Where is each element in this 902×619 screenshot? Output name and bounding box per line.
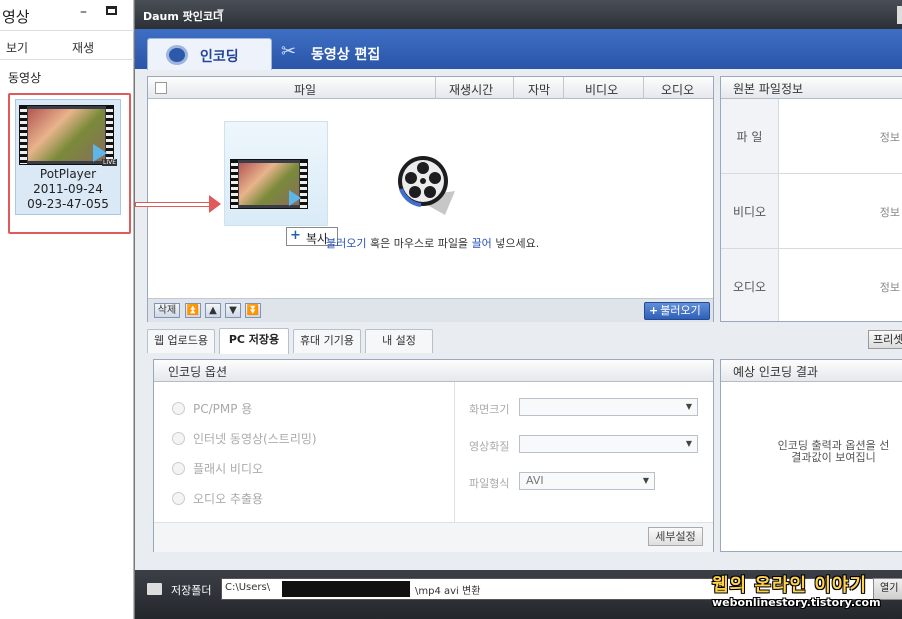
- watermark-url: webonlinestory.tistory.com: [712, 596, 881, 609]
- select-all-checkbox[interactable]: [155, 82, 167, 94]
- option-tabs: 웹 업로드용 PC 저장용 휴대 기기용 내 설정: [147, 328, 902, 354]
- film-reel-icon: [398, 156, 455, 215]
- maximize-icon[interactable]: [106, 6, 117, 15]
- radio-streaming[interactable]: 인터넷 동영상(스트리밍): [172, 430, 317, 447]
- arrow-right-icon: [209, 195, 221, 213]
- radio-pc-pmp[interactable]: PC/PMP 용: [172, 400, 252, 417]
- tab-pc-storage[interactable]: PC 저장용: [219, 328, 289, 354]
- path-prefix: C:\Users\: [225, 582, 271, 593]
- load-button[interactable]: + 불러오기: [644, 302, 710, 320]
- expected-result-title: 예상 인코딩 결과: [721, 360, 902, 382]
- load-button-label: 불러오기: [660, 304, 701, 317]
- col-audio[interactable]: 오디오: [661, 81, 694, 98]
- file-list-panel: 파일 재생시간 자막 비디오 오디오 + 복사 불러오기 혹은 마우스로 파일을…: [147, 76, 714, 322]
- tab-encoding[interactable]: 인코딩: [147, 38, 272, 70]
- film-reel-icon: [166, 45, 188, 65]
- title-bar: Daum 팟인코더 ▼: [135, 0, 902, 29]
- file-list-footer: 삭제 ⏫ ▲ ▼ ⏬ + 불러오기: [148, 298, 713, 322]
- tab-my-settings[interactable]: 내 설정: [365, 329, 433, 353]
- tab-mobile[interactable]: 휴대 기기용: [293, 329, 361, 353]
- explorer-title: 영상: [2, 8, 30, 26]
- plus-icon: +: [649, 304, 659, 317]
- col-duration[interactable]: 재생시간: [449, 81, 493, 98]
- col-video[interactable]: 비디오: [585, 81, 618, 98]
- col-subtitle[interactable]: 자막: [528, 81, 550, 98]
- live-tag: LIVE: [102, 159, 118, 166]
- minimize-icon[interactable]: –: [80, 4, 87, 20]
- file-time: 09-23-47-055: [27, 197, 109, 211]
- menu-play[interactable]: 재생: [72, 39, 94, 56]
- drag-link: 끌어: [471, 237, 492, 250]
- redacted-path: [282, 581, 410, 597]
- tab-encoding-label: 인코딩: [200, 49, 239, 65]
- encoding-options-footer: [154, 522, 713, 552]
- dragged-video-thumbnail: [230, 159, 308, 209]
- divider: [454, 382, 455, 522]
- pot-encoder-window: Daum 팟인코더 ▼ 인코딩 ✂ 동영상 편집 파일 재생시간 자막 비디오 …: [134, 0, 902, 619]
- move-up-button[interactable]: ▲: [205, 303, 221, 318]
- preset-button[interactable]: 프리셋: [868, 330, 902, 349]
- drag-arrow: [135, 202, 210, 207]
- move-top-button[interactable]: ⏫: [185, 303, 201, 318]
- scissors-icon: ✂: [281, 41, 297, 62]
- plus-icon: +: [290, 228, 301, 243]
- info-label: 오디오: [721, 249, 779, 321]
- video-quality-select[interactable]: ▼: [519, 435, 698, 453]
- window-edge: [897, 6, 902, 24]
- col-file[interactable]: 파일: [294, 81, 316, 98]
- menu-view[interactable]: 보기: [6, 39, 28, 56]
- move-down-button[interactable]: ▼: [225, 303, 241, 318]
- detail-settings-button[interactable]: 세부설정: [648, 527, 703, 546]
- info-value: 정보: [879, 206, 900, 219]
- delete-button[interactable]: 삭제: [154, 303, 180, 318]
- file-date: 2011-09-24: [33, 182, 103, 196]
- play-icon: [289, 190, 301, 206]
- chevron-down-icon: ▼: [642, 476, 649, 485]
- folder-icon: [147, 583, 162, 595]
- radio-audio-extract[interactable]: 오디오 추출용: [172, 490, 263, 507]
- source-info-title: 원본 파일정보: [721, 77, 902, 99]
- info-value: 정보: [879, 131, 900, 144]
- tab-video-edit-label: 동영상 편집: [311, 47, 381, 63]
- info-label: 파 일: [721, 99, 779, 173]
- path-suffix: \mp4 avi 변환: [415, 586, 481, 597]
- chevron-down-icon[interactable]: ▼: [217, 8, 224, 18]
- section-label: 동영상: [8, 71, 42, 85]
- watermark-title: 웹의 온라인 이야기: [712, 575, 868, 596]
- file-name: PotPlayer: [39, 167, 97, 181]
- info-row-video: 비디오 정보: [721, 174, 902, 249]
- label-video-quality: 영상화질: [469, 440, 510, 453]
- drop-hint: 불러오기 혹은 마우스로 파일을 끌어 넣으세요.: [326, 237, 540, 250]
- source-info-panel: 원본 파일정보 파 일 정보 비디오 정보 오디오 정보: [720, 76, 902, 322]
- app-title: Daum 팟인코더: [143, 10, 224, 23]
- explorer-menu: 보기 재생: [0, 30, 134, 60]
- file-format-select[interactable]: AVI ▼: [519, 472, 655, 490]
- encoding-options-title: 인코딩 옵션: [154, 360, 713, 382]
- chevron-down-icon: ▼: [685, 439, 692, 448]
- info-row-file: 파 일 정보: [721, 99, 902, 174]
- expected-result-panel: 예상 인코딩 결과 인코딩 출력과 옵션을 선 결과값이 보여집니: [720, 359, 902, 552]
- main-tab-bar: 인코딩 ✂ 동영상 편집: [135, 29, 902, 70]
- chevron-down-icon: ▼: [685, 402, 692, 411]
- explorer-pane: 영상 – 보기 재생 동영상 LIVE PotPlayer 2011-09-24…: [0, 0, 134, 619]
- expected-result-message: 인코딩 출력과 옵션을 선 결과값이 보여집니: [777, 439, 890, 464]
- info-label: 비디오: [721, 174, 779, 248]
- video-thumbnail[interactable]: LIVE: [19, 105, 118, 166]
- label-screen-size: 화면크기: [469, 403, 510, 416]
- tab-video-edit[interactable]: ✂ 동영상 편집: [281, 41, 401, 67]
- encoding-options-panel: 인코딩 옵션 PC/PMP 용 인터넷 동영상(스트리밍) 플래시 비디오 오디…: [153, 359, 714, 552]
- info-value: 정보: [879, 281, 900, 294]
- load-link[interactable]: 불러오기: [326, 237, 366, 250]
- label-file-format: 파일형식: [469, 477, 510, 490]
- info-row-audio: 오디오 정보: [721, 249, 902, 321]
- tab-web-upload[interactable]: 웹 업로드용: [147, 329, 215, 353]
- screen-size-select[interactable]: ▼: [519, 398, 698, 416]
- radio-flash-video[interactable]: 플래시 비디오: [172, 460, 263, 477]
- move-bottom-button[interactable]: ⏬: [245, 303, 261, 318]
- save-folder-label: 저장폴더: [171, 584, 212, 597]
- file-list-header: 파일 재생시간 자막 비디오 오디오: [148, 77, 713, 99]
- copy-label: 복사: [306, 232, 329, 246]
